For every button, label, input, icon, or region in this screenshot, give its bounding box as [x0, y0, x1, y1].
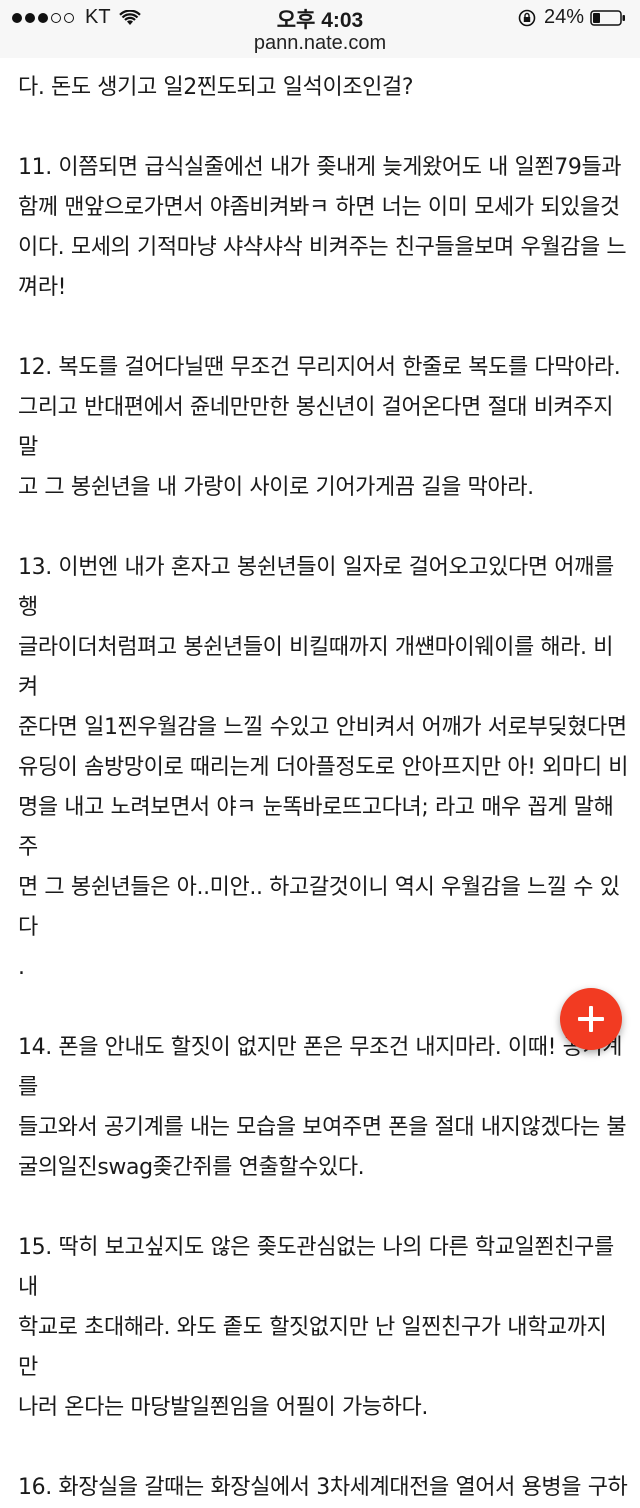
article-line: 학교로 초대해라. 와도 좉도 할짓없지만 난 일찐친구가 내학교까지 만 [18, 1315, 607, 1380]
orientation-lock-icon [518, 9, 536, 26]
article-line: 11. 이쯤되면 급식실줄에선 내가 좆내게 늦게왔어도 내 일쬔79들과 [18, 155, 622, 180]
article-line: 들고와서 공기계를 내는 모습을 보여주면 폰을 절대 내지않겠다는 불 [18, 1115, 627, 1140]
article-line: 그리고 반대편에서 쥰네만만한 봉신년이 걸어온다면 절대 비켜주지말 [18, 395, 614, 460]
article-line: 껴라! [18, 275, 67, 300]
plus-icon [578, 1006, 604, 1032]
article-line: 글라이더처럼펴고 봉쉰년들이 비킬때까지 개썐마이웨이를 해라. 비켜 [18, 635, 614, 700]
write-button[interactable] [560, 988, 622, 1050]
article-line: 12. 복도를 걸어다닐땐 무조건 무리지어서 한줄로 복도를 다막아라. [18, 355, 621, 380]
article-body: 다. 돈도 생기고 일2찐도되고 일석이조인걸? 11. 이쯤되면 급식실줄에선 … [18, 68, 630, 1508]
article-line: 14. 폰을 안내도 할짓이 없지만 폰은 무조건 내지마라. 이때! 공기계를 [18, 1035, 623, 1100]
article-line: 다. 돈도 생기고 일2찐도되고 일석이조인걸? [18, 75, 414, 100]
article-line: 고 그 봉쉰년을 내 가랑이 사이로 기어가게끔 길을 막아라. [18, 475, 534, 500]
url-text: pann.nate.com [253, 32, 387, 54]
status-right: 24% [518, 6, 626, 29]
article-line: 16. 화장실을 갈때는 화장실에서 3차세계대전을 열어서 용병을 구하 [18, 1475, 628, 1500]
address-bar[interactable]: pann.nate.com [0, 32, 640, 58]
article-line: 유딩이 솜방망이로 때리는게 더아플정도로 안아프지만 아! 외마디 비 [18, 755, 629, 780]
article-line: 이다. 모세의 기적마냥 샤샥샤삭 비켜주는 친구들을보며 우월감을 느 [18, 235, 627, 260]
article-line: . [18, 955, 25, 980]
battery-percent: 24% [543, 6, 584, 28]
article-line: 13. 이번엔 내가 혼자고 봉쉰년들이 일자로 걸어오고있다면 어깨를 행 [18, 555, 614, 620]
article-line: 면 그 봉쉰년들은 아..미안.. 하고갈것이니 역시 우월감을 느낄 수 있다 [18, 875, 620, 940]
article-line: 15. 딱히 보고싶지도 않은 좆도관심없는 나의 다른 학교일쬔친구를 내 [18, 1235, 614, 1300]
article-line: 준다면 일1찐우월감을 느낄 수있고 안비켜서 어깨가 서로부딪혔다면 [18, 715, 627, 740]
status-bar: KT 오후 4:03 24% [0, 0, 640, 34]
article-line: 굴의일진swag좆간쥐를 연출할수있다. [18, 1155, 365, 1180]
article-line: 함께 맨앞으로가면서 야좀비켜봐ㅋ 하면 너는 이미 모세가 되있을것 [18, 195, 620, 220]
article-line: 명을 내고 노려보면서 야ㅋ 눈똑바로뜨고다녀; 라고 매우 꼽게 말해주 [18, 795, 614, 860]
battery-icon [590, 9, 625, 26]
article-line: 나러 온다는 마당발일쬔임을 어필이 가능하다. [18, 1395, 428, 1420]
